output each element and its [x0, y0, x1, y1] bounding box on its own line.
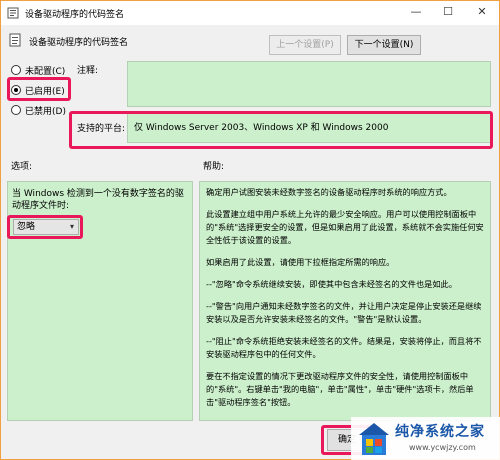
supported-highlight: [69, 111, 493, 149]
radio-disabled[interactable]: 已禁用(D): [11, 103, 66, 117]
dialog-window: 设备驱动程序的代码签名 — ☐ ✕ 设备驱动程序的代码签名 上一个设置(P) 下…: [0, 0, 500, 460]
radio-not-configured[interactable]: 未配置(C): [11, 63, 65, 77]
options-prompt: 当 Windows 检测到一个没有数字签名的驱动程序文件时:: [12, 189, 184, 211]
options-heading: 选项:: [11, 162, 33, 172]
comment-label: 注释:: [77, 66, 99, 76]
watermark-url: www.ycwjzy.com: [409, 443, 476, 452]
help-heading: 帮助:: [203, 162, 225, 172]
minimize-button[interactable]: —: [401, 1, 431, 25]
help-paragraph: 如果启用了此设置，请使用下拉框指定所需的响应。: [206, 257, 395, 267]
help-paragraph: --"警告"向用户通知未经数字签名的文件，并让用户决定是停止安装还是继续安装以及…: [206, 301, 482, 324]
help-paragraph: 确定用户试图安装未经数字签名的设备驱动程序时系统的响应方式。: [206, 187, 452, 197]
radio-label: 已禁用(D): [25, 106, 66, 117]
maximize-button[interactable]: ☐: [433, 1, 463, 25]
help-paragraph: 要在不指定设置的情况下更改驱动程序文件的安全性，请使用控制面板中的"系统"。右键…: [206, 371, 474, 407]
help-pane: 确定用户试图安装未经数字签名的设备驱动程序时系统的响应方式。 此设置建立组中用户…: [199, 181, 491, 421]
radio-dot: [11, 65, 21, 75]
policy-title: 设备驱动程序的代码签名: [29, 38, 129, 48]
watermark-title: 纯净系统之家: [395, 424, 485, 440]
comment-field[interactable]: [127, 61, 491, 107]
radio-dot: [11, 105, 21, 115]
site-watermark: 纯净系统之家 www.ycwjzy.com: [351, 417, 500, 460]
policy-setting-icon: [9, 33, 21, 47]
enabled-highlight: [7, 77, 71, 101]
radio-label: 未配置(C): [25, 66, 66, 77]
help-paragraph: 此设置建立组中用户系统上允许的最少安全响应。用户可以使用控制面板中的"系统"选择…: [206, 209, 484, 245]
close-button[interactable]: ✕: [467, 1, 497, 25]
help-paragraph: --"阻止"命令系统拒绝安装未经签名的文件。结果是，安装将停止，而且将不安装驱动…: [206, 336, 482, 359]
window-title: 设备驱动程序的代码签名: [25, 10, 125, 20]
help-paragraph: --"忽略"命令系统继续安装，即使其中包含未经签名的文件也是如此。: [206, 279, 457, 289]
next-setting-button[interactable]: 下一个设置(N): [347, 35, 421, 55]
policy-app-icon: [7, 7, 19, 19]
previous-setting-button[interactable]: 上一个设置(P): [269, 35, 341, 55]
house-logo-icon: [359, 423, 389, 455]
policy-header: 设备驱动程序的代码签名: [1, 27, 499, 55]
dropdown-highlight: [7, 215, 83, 239]
title-bar[interactable]: 设备驱动程序的代码签名 — ☐ ✕: [1, 1, 499, 25]
